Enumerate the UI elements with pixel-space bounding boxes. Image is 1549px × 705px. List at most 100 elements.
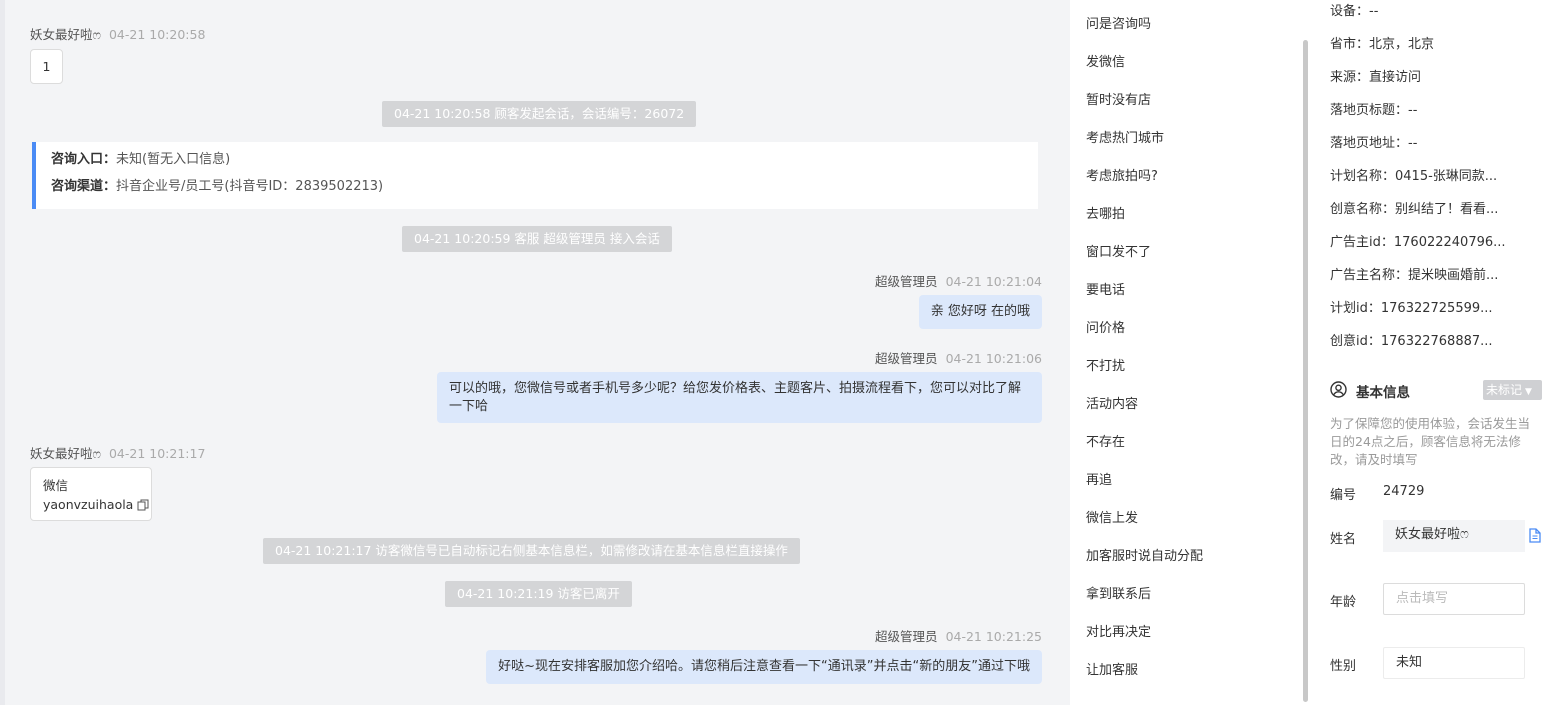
source-label: 省市： — [1330, 37, 1370, 52]
sender-name: 妖女最好啦ෆ — [30, 446, 101, 461]
message-time: 04-21 10:20:58 — [108, 27, 206, 42]
consult-entry-label: 咨询入口： — [51, 152, 117, 167]
quick-phrase-item[interactable]: 拿到联系后 — [1086, 583, 1151, 602]
system-notice: 04-21 10:21:17 访客微信号已自动标记右侧基本信息栏，如需修改请在基… — [263, 538, 800, 564]
source-value: 0415-张琳同款... — [1395, 169, 1498, 184]
message-meta: 超级管理员 04-21 10:21:04 — [875, 271, 1042, 290]
age-input[interactable]: 点击填写 — [1383, 583, 1525, 615]
agent-message-bubble: 亲 您好呀 在的哦 — [918, 295, 1042, 329]
message-time: 04-21 10:21:04 — [945, 274, 1042, 289]
source-row-device: 设备：-- — [1330, 0, 1378, 19]
sender-name: 超级管理员 — [875, 274, 938, 289]
source-label: 设备： — [1330, 4, 1370, 19]
sender-name: 超级管理员 — [875, 629, 938, 644]
source-value: 直接访问 — [1369, 70, 1422, 85]
source-row-origin: 来源：直接访问 — [1330, 66, 1421, 85]
source-label: 广告主名称： — [1330, 268, 1409, 283]
consult-entry-row: 咨询入口：未知(暂无入口信息) — [51, 153, 1038, 180]
system-notice: 04-21 10:21:19 访客已离开 — [445, 581, 632, 607]
gender-select[interactable]: 未知 — [1383, 647, 1525, 679]
quick-phrase-list: 问是咨询吗 发微信 暂时没有店 考虑热门城市 考虑旅拍吗? 去哪拍 窗口发不了 … — [1070, 0, 1310, 705]
source-value: 176322725599... — [1380, 301, 1493, 316]
quick-phrase-item[interactable]: 微信上发 — [1086, 507, 1138, 526]
quick-phrase-item[interactable]: 窗口发不了 — [1086, 241, 1151, 260]
consult-channel-value: 抖音企业号/员工号(抖音号ID：2839502213) — [116, 179, 384, 194]
quick-phrase-item[interactable]: 再追 — [1086, 469, 1112, 488]
source-value: 提米映画婚前... — [1408, 268, 1499, 283]
message-time: 04-21 10:21:06 — [945, 351, 1042, 366]
tag-dropdown[interactable]: 未标记 ▼ — [1483, 380, 1542, 400]
source-label: 计划名称： — [1330, 169, 1396, 184]
source-value: -- — [1369, 4, 1379, 19]
customer-info-panel: 设备：-- 省市：北京，北京 来源：直接访问 落地页标题：-- 落地页地址：--… — [1310, 0, 1549, 705]
consult-entry-value: 未知(暂无入口信息) — [116, 152, 231, 167]
customer-message-bubble: 1 — [30, 49, 63, 84]
source-value: 176322768887... — [1380, 334, 1493, 349]
source-value: 176022240796... — [1393, 235, 1506, 250]
quick-phrase-item[interactable]: 让加客服 — [1086, 659, 1138, 678]
source-label: 创意名称： — [1330, 202, 1396, 217]
source-row-creative-name: 创意名称：别纠结了！看看... — [1330, 198, 1498, 217]
phrase-list-scrollbar[interactable] — [1303, 40, 1308, 702]
message-text: 1 — [42, 59, 51, 74]
source-row-plan-id: 计划id：176322725599... — [1330, 297, 1493, 316]
source-label: 广告主id： — [1330, 235, 1394, 250]
message-meta: 妖女最好啦ෆ 04-21 10:21:17 — [30, 443, 205, 462]
customer-id-value: 24729 — [1383, 484, 1425, 499]
source-label: 创意id： — [1330, 334, 1381, 349]
consult-info-card: 咨询入口：未知(暂无入口信息) 咨询渠道：抖音企业号/员工号(抖音号ID：283… — [32, 142, 1038, 209]
source-value: -- — [1408, 136, 1418, 151]
source-row-landing-url: 落地页地址：-- — [1330, 132, 1417, 151]
message-meta: 妖女最好啦ෆ 04-21 10:20:58 — [30, 24, 205, 43]
panel-collapse-handle[interactable] — [0, 80, 5, 138]
agent-message-bubble: 好哒~现在安排客服加您介绍哈。请您稍后注意查看一下“通讯录”并点击“新的朋友”通… — [486, 650, 1042, 684]
chat-panel: 妖女最好啦ෆ 04-21 10:20:58 1 04-21 10:20:58 顾客… — [0, 0, 1070, 705]
source-label: 来源： — [1330, 70, 1370, 85]
consult-channel-label: 咨询渠道： — [51, 179, 117, 194]
consult-channel-row: 咨询渠道：抖音企业号/员工号(抖音号ID：2839502213) — [51, 180, 1038, 207]
name-field[interactable]: 妖女最好啦ෆ — [1383, 520, 1525, 552]
source-row-plan-name: 计划名称：0415-张琳同款... — [1330, 165, 1497, 184]
caret-down-icon: ▼ — [1525, 387, 1532, 397]
quick-phrase-item[interactable]: 不存在 — [1086, 431, 1125, 450]
quick-phrase-item[interactable]: 问价格 — [1086, 317, 1125, 336]
wechat-id-row: yaonvzuihaola — [43, 495, 151, 516]
quick-phrase-item[interactable]: 对比再决定 — [1086, 621, 1151, 640]
source-value: -- — [1408, 103, 1418, 118]
message-text: 可以的哦，您微信号或者手机号多少呢？给您发价格表、主题客片、拍摄流程看下，您可以… — [449, 381, 1022, 414]
quick-phrase-item[interactable]: 问是咨询吗 — [1086, 13, 1151, 32]
basic-info-title: 基本信息 — [1356, 385, 1410, 401]
quick-phrase-item[interactable]: 活动内容 — [1086, 393, 1138, 412]
message-time: 04-21 10:21:25 — [945, 629, 1042, 644]
quick-phrase-item[interactable]: 考虑旅拍吗? — [1086, 165, 1158, 184]
quick-phrase-item[interactable]: 考虑热门城市 — [1086, 127, 1164, 146]
copy-icon[interactable] — [1528, 528, 1542, 544]
source-row-advertiser-id: 广告主id：176022240796... — [1330, 231, 1506, 250]
name-value: 妖女最好啦ෆ — [1395, 527, 1469, 542]
gender-value: 未知 — [1396, 655, 1423, 670]
source-row-region: 省市：北京，北京 — [1330, 33, 1434, 52]
tag-dropdown-label: 未标记 — [1486, 383, 1523, 397]
quick-phrase-item[interactable]: 发微信 — [1086, 51, 1125, 70]
agent-message-bubble: 可以的哦，您微信号或者手机号多少呢？给您发价格表、主题客片、拍摄流程看下，您可以… — [437, 372, 1042, 423]
message-meta: 超级管理员 04-21 10:21:25 — [875, 626, 1042, 645]
source-row-creative-id: 创意id：176322768887... — [1330, 330, 1493, 349]
source-label: 落地页地址： — [1330, 136, 1409, 151]
system-notice: 04-21 10:20:58 顾客发起会话，会话编号：26072 — [382, 101, 697, 127]
message-text: 好哒~现在安排客服加您介绍哈。请您稍后注意查看一下“通讯录”并点击“新的朋友”通… — [498, 659, 1030, 674]
quick-phrase-item[interactable]: 去哪拍 — [1086, 203, 1125, 222]
wechat-label: 微信 — [43, 478, 69, 493]
source-row-landing-title: 落地页标题：-- — [1330, 99, 1417, 118]
user-circle-icon — [1330, 381, 1348, 399]
message-meta: 超级管理员 04-21 10:21:06 — [875, 348, 1042, 367]
quick-phrase-item[interactable]: 不打扰 — [1086, 355, 1125, 374]
quick-phrase-item[interactable]: 暂时没有店 — [1086, 89, 1151, 108]
info-notice: 为了保障您的使用体验，会话发生当日的24点之后，顾客信息将无法修改，请及时填写 — [1330, 416, 1531, 467]
wechat-id: yaonvzuihaola — [43, 497, 134, 512]
copy-icon[interactable] — [137, 497, 149, 516]
system-notice: 04-21 10:20:59 客服 超级管理员 接入会话 — [402, 226, 672, 252]
quick-phrase-item[interactable]: 加客服时说自动分配 — [1086, 545, 1203, 564]
quick-phrase-item[interactable]: 要电话 — [1086, 279, 1125, 298]
sender-name: 超级管理员 — [875, 351, 938, 366]
source-row-advertiser-name: 广告主名称：提米映画婚前... — [1330, 264, 1498, 283]
